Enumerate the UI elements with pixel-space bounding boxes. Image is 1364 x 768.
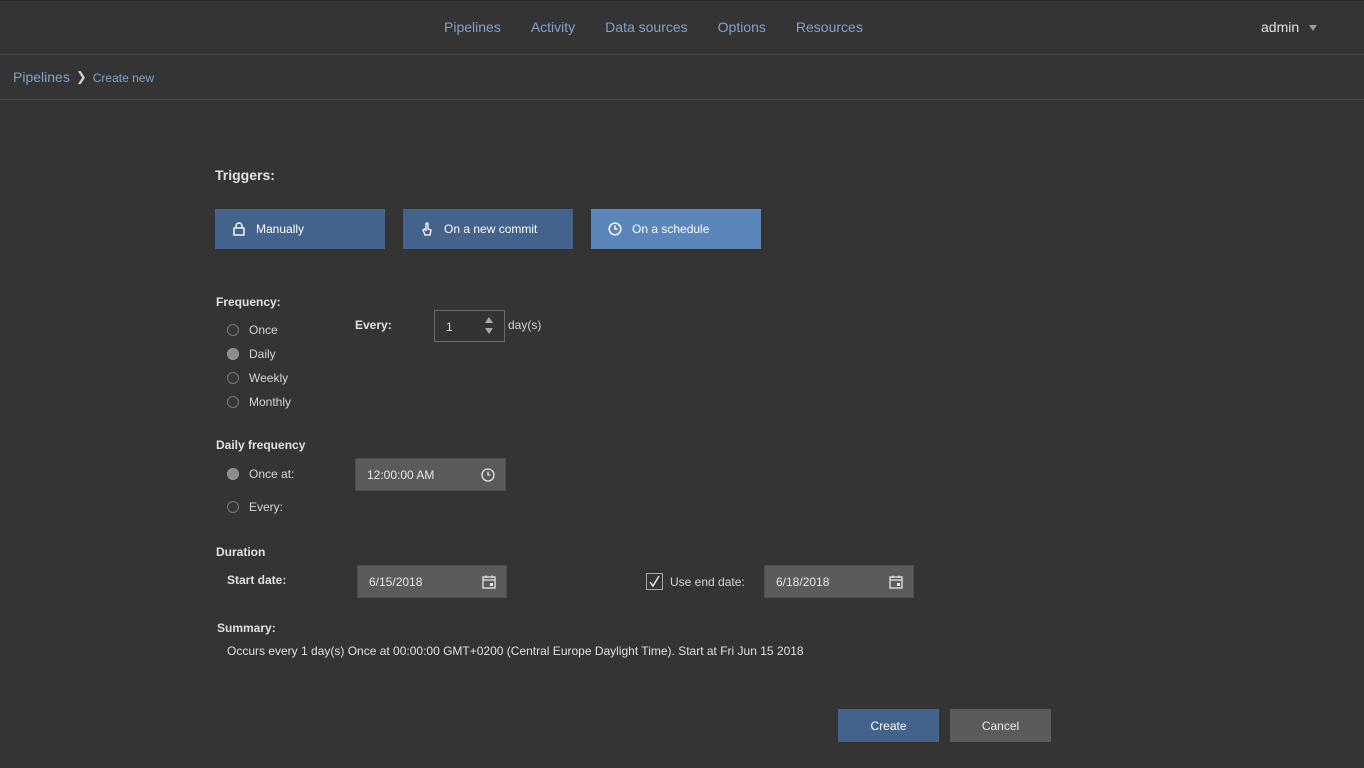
cancel-button[interactable]: Cancel (950, 709, 1051, 742)
daily-every-option[interactable]: Every: (227, 500, 283, 514)
daily-once-at-option[interactable]: Once at: (227, 467, 294, 481)
daily-frequency-label: Daily frequency (216, 438, 306, 452)
nav-data-sources[interactable]: Data sources (605, 19, 687, 35)
breadcrumb-pipelines[interactable]: Pipelines (13, 69, 70, 85)
nav-resources[interactable]: Resources (796, 19, 863, 35)
main-nav: Pipelines Activity Data sources Options … (444, 19, 863, 35)
frequency-option-label: Once (249, 323, 278, 337)
frequency-option-weekly[interactable]: Weekly (227, 371, 288, 385)
time-value: 12:00:00 AM (367, 468, 435, 482)
radio-daily[interactable] (227, 348, 239, 360)
radio-weekly[interactable] (227, 372, 239, 384)
user-name: admin (1261, 19, 1300, 35)
frequency-label: Frequency: (216, 295, 281, 309)
end-date-value: 6/18/2018 (776, 575, 830, 589)
every-label: Every: (355, 318, 392, 332)
breadcrumb-bar: Pipelines ❯ Create new (0, 55, 1364, 100)
daily-every-label: Every: (249, 500, 284, 514)
calendar-icon[interactable] (888, 574, 904, 590)
calendar-icon[interactable] (481, 574, 497, 590)
end-date-picker[interactable]: 6/18/2018 (764, 565, 914, 598)
summary-label: Summary: (217, 621, 276, 635)
caret-down-icon (1309, 25, 1318, 31)
summary-text: Occurs every 1 day(s) Once at 00:00:00 G… (227, 644, 804, 658)
chevron-right-icon: ❯ (75, 69, 87, 84)
nav-options[interactable]: Options (718, 19, 766, 35)
checkmark-icon (649, 575, 660, 588)
trigger-commit-label: On a new commit (444, 222, 538, 236)
trigger-manually-label: Manually (256, 222, 305, 236)
trigger-schedule-label: On a schedule (632, 222, 710, 236)
user-menu[interactable]: admin (1261, 19, 1318, 35)
breadcrumb-current: Create new (92, 71, 155, 85)
trigger-commit-button[interactable]: On a new commit (403, 209, 573, 249)
radio-every[interactable] (227, 501, 239, 513)
every-unit-label: day(s) (508, 318, 542, 332)
use-end-date-checkbox[interactable] (646, 573, 663, 590)
clock-icon[interactable] (480, 467, 496, 483)
frequency-option-label: Daily (249, 347, 276, 361)
breadcrumb: Pipelines ❯ Create new (13, 69, 154, 85)
frequency-option-label: Monthly (249, 395, 292, 409)
nav-pipelines[interactable]: Pipelines (444, 19, 501, 35)
every-days-stepper[interactable]: 1 (434, 310, 505, 342)
triggers-label: Triggers: (215, 167, 275, 183)
stepper-up-icon[interactable] (485, 317, 493, 323)
time-picker[interactable]: 12:00:00 AM (355, 458, 506, 491)
radio-once[interactable] (227, 324, 239, 336)
hand-pointer-icon (422, 222, 432, 236)
frequency-option-label: Weekly (249, 371, 289, 385)
frequency-option-monthly[interactable]: Monthly (227, 395, 291, 409)
stepper-down-icon[interactable] (485, 328, 493, 334)
start-date-value: 6/15/2018 (369, 575, 423, 589)
start-date-label: Start date: (227, 573, 287, 587)
create-button[interactable]: Create (838, 709, 939, 742)
duration-label: Duration (216, 545, 266, 559)
daily-once-at-label: Once at: (249, 467, 295, 481)
use-end-date-label: Use end date: (670, 575, 745, 589)
clock-icon (608, 222, 622, 236)
frequency-option-once[interactable]: Once (227, 323, 278, 337)
radio-once-at[interactable] (227, 468, 239, 480)
nav-activity[interactable]: Activity (531, 19, 575, 35)
lock-icon (233, 222, 245, 236)
every-days-value: 1 (446, 320, 453, 334)
trigger-manually-button[interactable]: Manually (215, 209, 385, 249)
radio-monthly[interactable] (227, 396, 239, 408)
start-date-picker[interactable]: 6/15/2018 (357, 565, 507, 598)
top-nav-bar: Pipelines Activity Data sources Options … (0, 0, 1364, 55)
trigger-schedule-button[interactable]: On a schedule (591, 209, 761, 249)
frequency-option-daily[interactable]: Daily (227, 347, 276, 361)
